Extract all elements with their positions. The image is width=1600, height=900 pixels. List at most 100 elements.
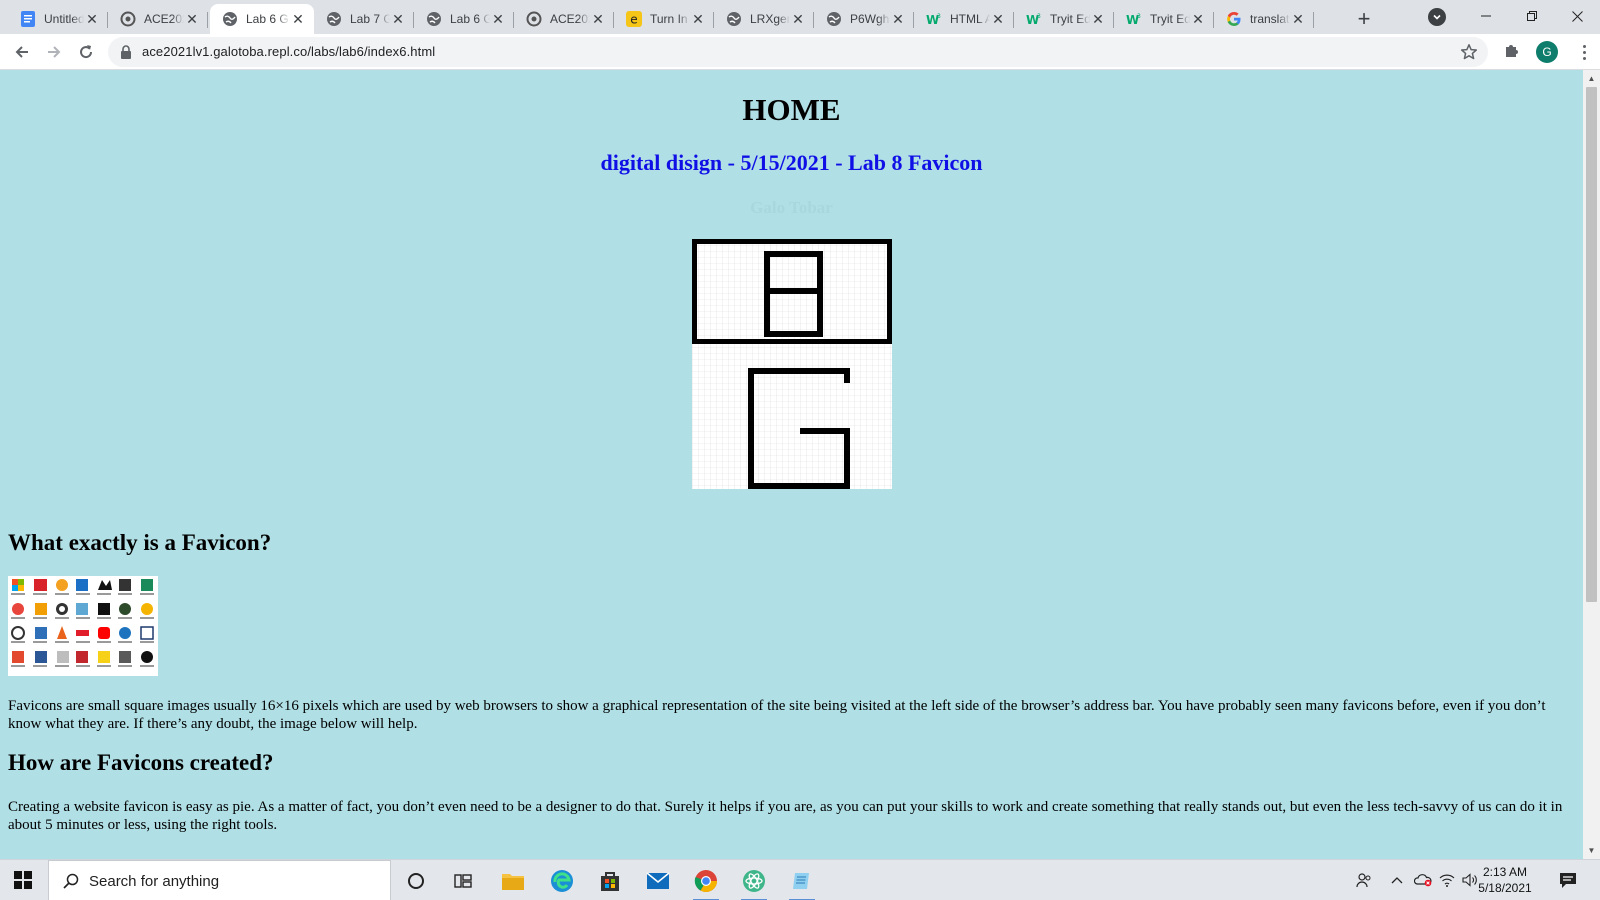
tab-title: Lab 6 G [246, 12, 289, 26]
tab-title: Lab 6 G [450, 12, 490, 26]
google-icon [1226, 11, 1242, 27]
close-icon[interactable]: ✕ [1090, 11, 1106, 27]
scroll-up-arrow-icon[interactable]: ▲ [1583, 70, 1600, 87]
notification-center-icon[interactable] [1558, 870, 1578, 890]
tab-title: Lab 7 G [350, 12, 390, 26]
address-bar[interactable]: ace2021lv1.galotoba.repl.co/labs/lab6/in… [108, 37, 1488, 67]
browser-toolbar: ace2021lv1.galotoba.repl.co/labs/lab6/in… [0, 34, 1600, 70]
docs-icon [20, 11, 36, 27]
chrome-icon[interactable] [691, 866, 721, 900]
tab-search-icon[interactable] [1428, 8, 1446, 26]
tab-title: Tryit Ed [1150, 12, 1190, 26]
forward-icon[interactable] [42, 40, 66, 64]
cortana-icon[interactable] [401, 866, 431, 896]
svg-text:3: 3 [1037, 13, 1041, 20]
vertical-scrollbar[interactable]: ▲ ▼ [1583, 70, 1600, 859]
close-icon[interactable]: ✕ [290, 11, 306, 27]
lock-icon[interactable] [120, 45, 134, 59]
section-heading-how-created: How are Favicons created? [8, 750, 274, 775]
file-explorer-icon[interactable] [498, 866, 528, 896]
clock-date: 5/18/2021 [1478, 881, 1532, 895]
tab-title: Untitled [44, 12, 84, 26]
close-icon[interactable]: ✕ [790, 11, 806, 27]
taskbar-search-box[interactable]: Search for anything [48, 860, 391, 900]
w3schools-icon: W3 [926, 11, 942, 27]
paragraph-favicon-creation: Creating a website favicon is easy as pi… [8, 799, 1563, 833]
chevron-up-icon[interactable] [1388, 871, 1406, 889]
close-icon[interactable]: ✕ [990, 11, 1006, 27]
close-icon[interactable]: ✕ [184, 11, 200, 27]
tab-9[interactable]: P6Wgh ✕ [814, 4, 914, 34]
extensions-puzzle-icon[interactable] [1503, 42, 1523, 62]
tab-title: P6Wgh [850, 12, 890, 26]
tab-title: Turn In [650, 12, 688, 26]
tab-2[interactable]: ACE2021 ✕ [108, 4, 208, 34]
tab-7[interactable]: e Turn In ✕ [614, 4, 714, 34]
page-viewport: HOME digital disign - 5/15/2021 - Lab 8 … [0, 70, 1583, 859]
section-heading-what-is-favicon: What exactly is a Favicon? [8, 530, 272, 555]
onedrive-icon[interactable] [1414, 871, 1432, 889]
clock-time: 2:13 AM [1482, 865, 1528, 879]
tab-title: translat [1250, 12, 1290, 26]
tab-10[interactable]: W3 HTML A ✕ [914, 4, 1014, 34]
page-title: HOME [742, 92, 841, 127]
tab-title: HTML A [950, 12, 990, 26]
mail-icon[interactable] [643, 866, 673, 896]
bookmark-star-icon[interactable] [1460, 43, 1478, 61]
globe-icon [222, 11, 238, 27]
search-placeholder: Search for anything [89, 873, 220, 890]
atom-icon[interactable] [739, 866, 769, 900]
menu-kebab-icon[interactable] [1574, 42, 1594, 62]
edge-icon[interactable] [547, 866, 577, 896]
close-icon[interactable]: ✕ [390, 11, 406, 27]
favicon-pixel-art-image [692, 239, 892, 489]
system-clock[interactable]: 2:13 AM 5/18/2021 [1470, 864, 1540, 896]
edmodo-icon: e [626, 11, 642, 27]
tab-title: Tryit Ed [1050, 12, 1090, 26]
reload-icon[interactable] [74, 40, 98, 64]
close-icon[interactable]: ✕ [1190, 11, 1206, 27]
svg-text:e: e [630, 13, 637, 27]
favicon-examples-image [8, 576, 158, 676]
tab-8[interactable]: LRXgen ✕ [714, 4, 814, 34]
page-subtitle: digital disign - 5/15/2021 - Lab 8 Favic… [600, 150, 983, 175]
tab-5[interactable]: Lab 6 G ✕ [414, 4, 514, 34]
close-icon[interactable]: ✕ [890, 11, 906, 27]
w3schools-icon: W3 [1026, 11, 1042, 27]
close-icon[interactable]: ✕ [690, 11, 706, 27]
task-view-icon[interactable] [448, 866, 478, 896]
new-tab-button[interactable]: + [1352, 7, 1376, 31]
windows-taskbar: Search for anything 2:13 AM 5/18/2021 [0, 859, 1600, 900]
svg-text:3: 3 [937, 13, 941, 20]
restore-icon[interactable] [1509, 0, 1555, 32]
store-icon[interactable] [595, 866, 625, 896]
minimize-icon[interactable] [1463, 0, 1509, 32]
url-text[interactable]: ace2021lv1.galotoba.repl.co/labs/lab6/in… [142, 44, 435, 59]
windows-start-icon[interactable] [14, 871, 32, 889]
globe-icon [326, 11, 342, 27]
tab-strip: Untitled ✕ ACE2021 ✕ Lab 6 G ✕ Lab 7 G ✕… [0, 0, 1600, 34]
back-icon[interactable] [10, 40, 34, 64]
people-icon[interactable] [1355, 871, 1373, 889]
tab-active[interactable]: Lab 6 G ✕ [210, 4, 314, 34]
close-window-icon[interactable] [1554, 0, 1600, 32]
svg-text:3: 3 [1137, 13, 1141, 20]
scroll-down-arrow-icon[interactable]: ▼ [1583, 842, 1600, 859]
tab-4[interactable]: Lab 7 G ✕ [314, 4, 414, 34]
profile-avatar[interactable]: G [1536, 41, 1558, 63]
wifi-icon[interactable] [1438, 871, 1456, 889]
close-icon[interactable]: ✕ [490, 11, 506, 27]
tab-11[interactable]: W3 Tryit Ed ✕ [1014, 4, 1114, 34]
close-icon[interactable]: ✕ [84, 11, 100, 27]
tab-13[interactable]: translat ✕ [1214, 4, 1314, 34]
tab-title: ACE2021 [144, 12, 184, 26]
notepad-icon[interactable] [787, 866, 817, 900]
tab-1[interactable]: Untitled ✕ [8, 4, 108, 34]
scrollbar-thumb[interactable] [1586, 87, 1597, 602]
close-icon[interactable]: ✕ [1290, 11, 1306, 27]
tab-6[interactable]: ACE2021 ✕ [514, 4, 614, 34]
close-icon[interactable]: ✕ [590, 11, 606, 27]
tab-12[interactable]: W3 Tryit Ed ✕ [1114, 4, 1214, 34]
replit-icon [120, 11, 136, 27]
w3schools-icon: W3 [1126, 11, 1142, 27]
